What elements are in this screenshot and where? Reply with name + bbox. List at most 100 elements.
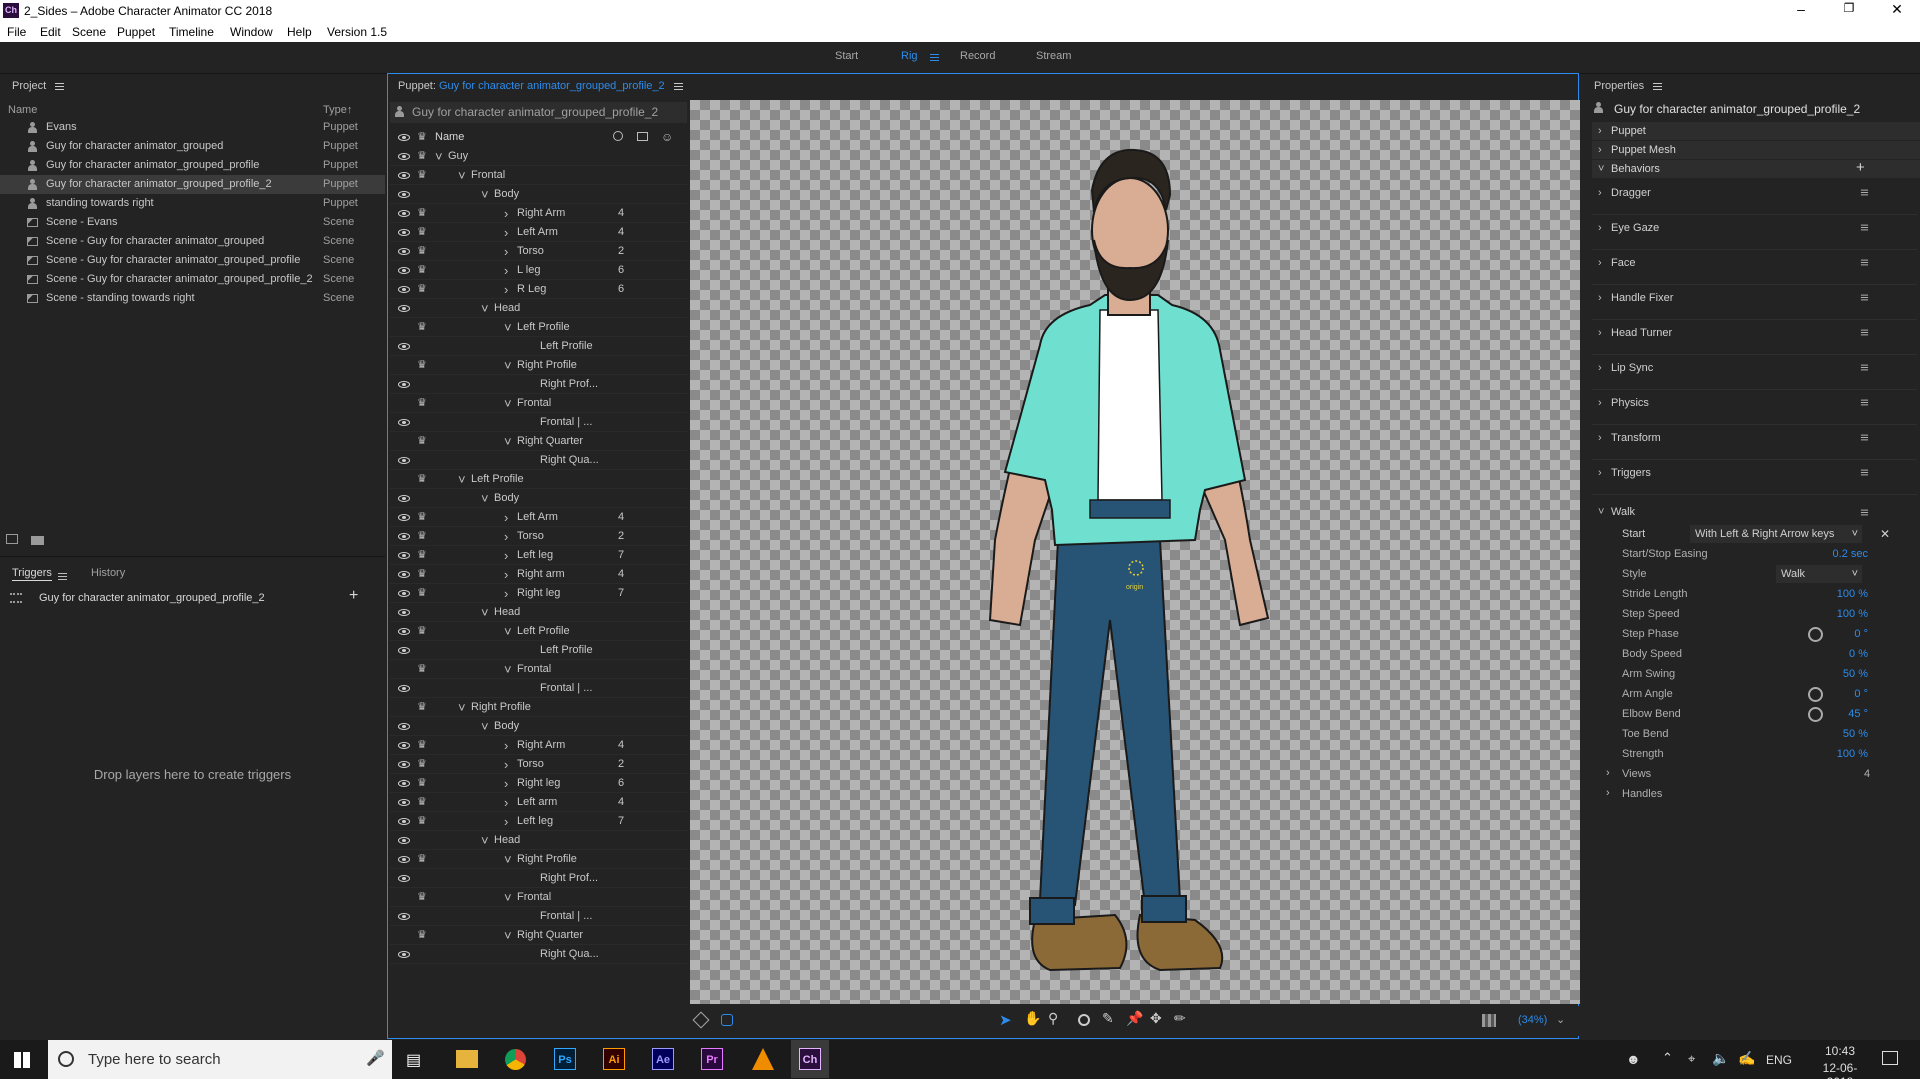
layer-row[interactable]: Left Profile: [390, 337, 687, 356]
layer-row[interactable]: ♛ › Left Arm 4: [390, 223, 687, 242]
eye-icon[interactable]: [398, 609, 410, 616]
project-item[interactable]: Evans Puppet: [0, 118, 385, 137]
tab-start[interactable]: Start: [835, 50, 858, 62]
project-item[interactable]: Guy for character animator_grouped Puppet: [0, 137, 385, 156]
behavior-menu-icon[interactable]: [1860, 224, 1869, 231]
layer-row[interactable]: ♛ › Right Arm 4: [390, 736, 687, 755]
crown-icon[interactable]: ♛: [417, 280, 427, 299]
menu-scene[interactable]: Scene: [72, 25, 106, 39]
eye-icon[interactable]: [398, 305, 410, 312]
menu-timeline[interactable]: Timeline: [169, 25, 214, 39]
tab-record[interactable]: Record: [960, 50, 995, 62]
crown-icon[interactable]: ♛: [417, 812, 427, 831]
layer-row[interactable]: ♛ › Torso 2: [390, 527, 687, 546]
menu-window[interactable]: Window: [230, 25, 273, 39]
behavior-menu-icon[interactable]: [1860, 434, 1869, 441]
layer-row[interactable]: ♛ › Left Arm 4: [390, 508, 687, 527]
crown-icon[interactable]: ♛: [417, 698, 427, 717]
transparency-grid-icon[interactable]: [1482, 1014, 1496, 1027]
behavior-eye-gaze[interactable]: › Eye Gaze: [1592, 215, 1917, 250]
clock-time[interactable]: 10:43: [1810, 1044, 1870, 1058]
chevron-right-icon[interactable]: ›: [504, 736, 508, 755]
crown-icon[interactable]: ♛: [417, 242, 427, 261]
add-trigger-icon[interactable]: +: [349, 587, 358, 605]
layer-row[interactable]: ♛ › Right leg 6: [390, 774, 687, 793]
chevron-down-icon[interactable]: ˅: [481, 831, 489, 850]
eye-icon[interactable]: [398, 419, 410, 426]
app-ai-icon[interactable]: Ai: [603, 1048, 625, 1070]
windows-start-icon[interactable]: [14, 1052, 30, 1068]
crown-icon[interactable]: ♛: [417, 736, 427, 755]
eye-icon[interactable]: [398, 381, 410, 388]
layer-row[interactable]: Right Qua...: [390, 451, 687, 470]
layer-row[interactable]: ♛ › Left arm 4: [390, 793, 687, 812]
chevron-down-icon[interactable]: ˅: [504, 660, 512, 679]
chevron-down-icon[interactable]: ˅: [504, 356, 512, 375]
chevron-down-icon[interactable]: ˅: [504, 318, 512, 337]
project-item[interactable]: standing towards right Puppet: [0, 194, 385, 213]
param-value[interactable]: 50 %: [1843, 728, 1868, 740]
layer-row[interactable]: Frontal | ...: [390, 907, 687, 926]
project-item[interactable]: Scene - Guy for character animator_group…: [0, 251, 385, 270]
task-view-icon[interactable]: ▤: [406, 1050, 421, 1070]
layer-row[interactable]: ♛ ˅ Right Profile: [390, 356, 687, 375]
chevron-right-icon[interactable]: ›: [504, 774, 508, 793]
chevron-right-icon[interactable]: ›: [504, 204, 508, 223]
eye-icon[interactable]: [398, 533, 410, 540]
behavior-handle-fixer[interactable]: › Handle Fixer: [1592, 285, 1917, 320]
volume-icon[interactable]: 🔈: [1712, 1050, 1729, 1067]
chevron-right-icon[interactable]: ›: [504, 508, 508, 527]
eye-icon[interactable]: [398, 742, 410, 749]
eye-icon[interactable]: [398, 780, 410, 787]
project-item[interactable]: Scene - Guy for character animator_group…: [0, 270, 385, 289]
walk-header[interactable]: ˅ Walk: [1592, 501, 1917, 523]
chevron-right-icon[interactable]: ›: [504, 755, 508, 774]
eye-icon[interactable]: [398, 457, 410, 464]
crown-icon[interactable]: ♛: [417, 926, 427, 945]
chevron-right-icon[interactable]: ›: [504, 242, 508, 261]
pin-tool-icon[interactable]: 📌: [1126, 1010, 1143, 1027]
crown-icon[interactable]: ♛: [417, 470, 427, 489]
eye-icon[interactable]: [398, 552, 410, 559]
project-item[interactable]: Scene - standing towards right Scene: [0, 289, 385, 308]
shape-icon[interactable]: [721, 1014, 733, 1026]
menu-help[interactable]: Help: [287, 25, 312, 39]
views-row[interactable]: › Views 4: [1600, 765, 1900, 785]
vlc-icon[interactable]: [752, 1048, 774, 1070]
menu-file[interactable]: File: [7, 25, 26, 39]
eye-icon[interactable]: [398, 685, 410, 692]
behavior-physics[interactable]: › Physics: [1592, 390, 1917, 425]
new-scene-icon[interactable]: [6, 534, 18, 544]
chevron-down-icon[interactable]: ˅: [458, 166, 466, 185]
eye-icon[interactable]: [398, 761, 410, 768]
dial-icon[interactable]: [1808, 687, 1823, 702]
eye-icon[interactable]: [398, 153, 410, 160]
clock-date[interactable]: 12-06-2018: [1810, 1061, 1870, 1079]
crown-icon[interactable]: ♛: [417, 546, 427, 565]
layer-row[interactable]: ˅ Body: [390, 185, 687, 204]
layer-row[interactable]: ♛ › Torso 2: [390, 755, 687, 774]
behavior-menu-icon[interactable]: [1860, 189, 1869, 196]
search-box[interactable]: Type here to search 🎤: [48, 1040, 392, 1079]
behavior-menu-icon[interactable]: [1860, 329, 1869, 336]
crown-icon[interactable]: ♛: [417, 432, 427, 451]
chrome-icon[interactable]: [505, 1049, 526, 1070]
chevron-down-icon[interactable]: ˅: [504, 926, 512, 945]
menu-version-1-5[interactable]: Version 1.5: [327, 25, 387, 39]
crown-icon[interactable]: ♛: [417, 261, 427, 280]
layer-row[interactable]: Frontal | ...: [390, 679, 687, 698]
crown-icon[interactable]: ♛: [417, 508, 427, 527]
layer-row[interactable]: ♛ ˅ Frontal: [390, 888, 687, 907]
file-explorer-icon[interactable]: [456, 1050, 478, 1068]
workspace-menu-icon[interactable]: [930, 54, 939, 61]
eye-icon[interactable]: [398, 951, 410, 958]
chevron-down-icon[interactable]: ˅: [504, 850, 512, 869]
app-pr-icon[interactable]: Pr: [701, 1048, 723, 1070]
section-behaviors[interactable]: ˅ Behaviors +: [1592, 159, 1920, 178]
layer-row[interactable]: ♛ › R Leg 6: [390, 280, 687, 299]
tab-rig[interactable]: Rig: [901, 50, 918, 62]
project-col-type[interactable]: Type↑: [323, 104, 352, 116]
param-value[interactable]: 100 %: [1837, 608, 1868, 620]
triggers-menu-icon[interactable]: [58, 572, 67, 580]
behavior-head-turner[interactable]: › Head Turner: [1592, 320, 1917, 355]
